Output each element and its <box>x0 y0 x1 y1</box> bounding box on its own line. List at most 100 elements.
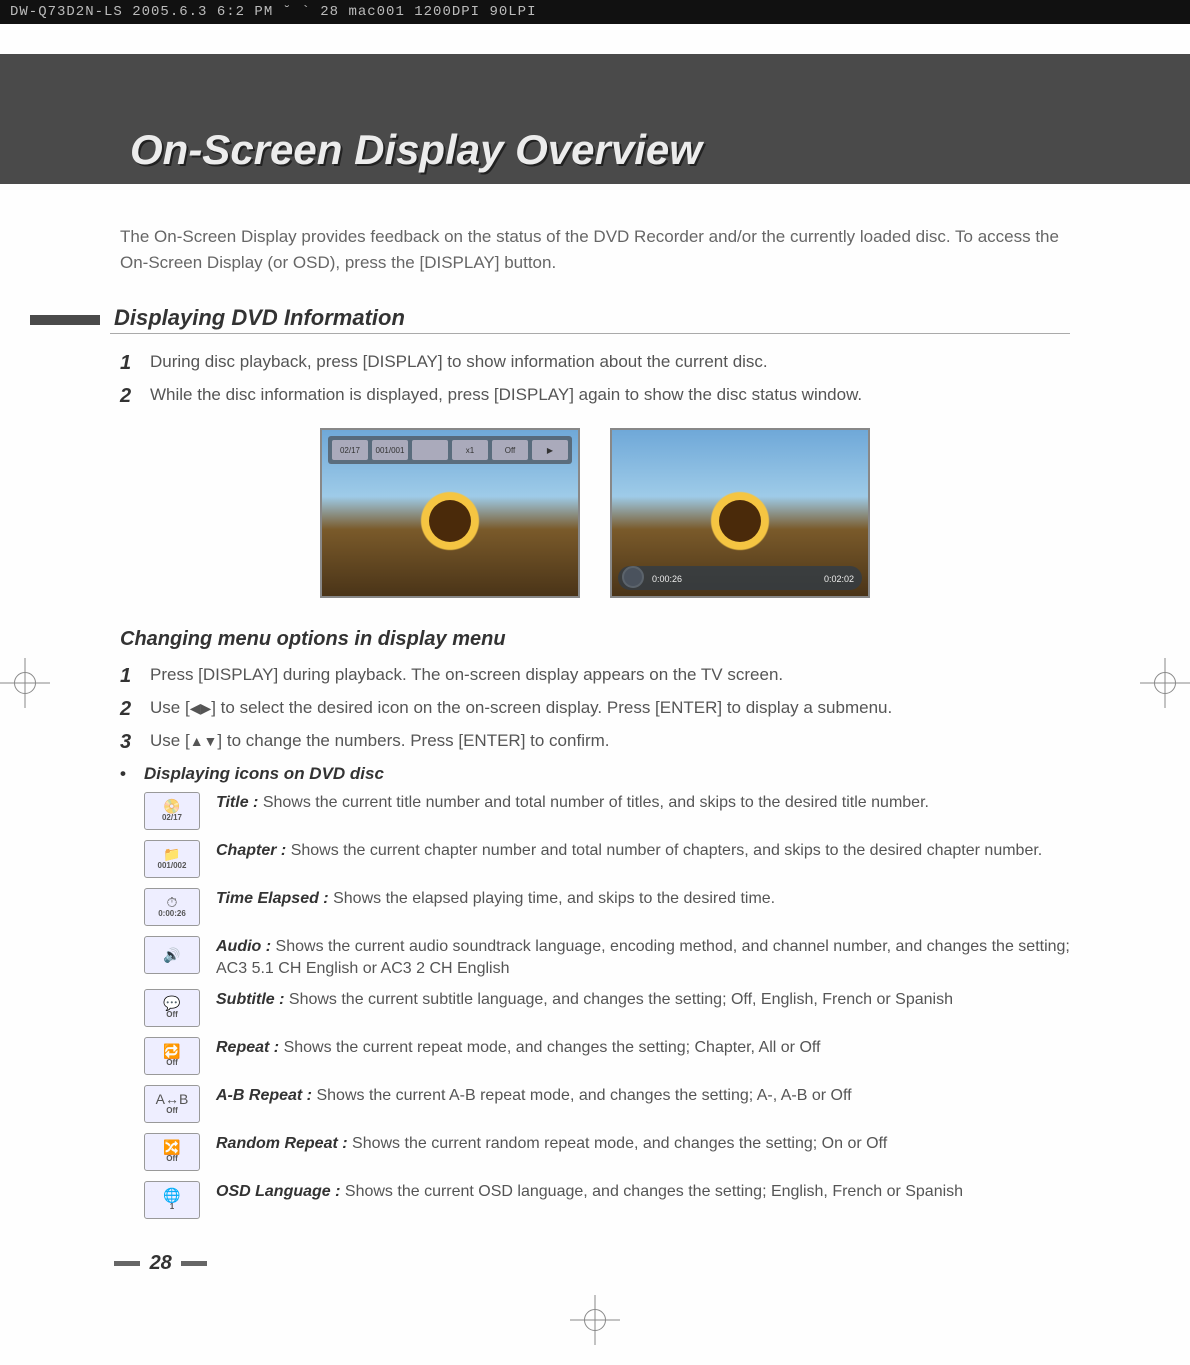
icon-text: Shows the elapsed playing time, and skip… <box>333 890 775 907</box>
icon-description: OSD Language : Shows the current OSD lan… <box>216 1181 1070 1203</box>
title-band: On-Screen Display Overview <box>0 54 1190 184</box>
icon-label: Off <box>166 1106 178 1117</box>
glyph: 📀 <box>163 799 180 813</box>
screenshot-osd-bar: 02/17 001/001 x1 Off ▶ <box>320 428 580 598</box>
step-list-1: 1 During disc playback, press [DISPLAY] … <box>120 352 1070 408</box>
osd-bar: 02/17 001/001 x1 Off ▶ <box>328 436 572 464</box>
icon-term: Audio : <box>216 938 271 955</box>
osd-cell: 02/17 <box>332 440 368 460</box>
icon-row: 🌐1 OSD Language : Shows the current OSD l… <box>120 1181 1070 1219</box>
random-repeat-icon: 🔀Off <box>144 1133 200 1171</box>
chapter-icon: 📁001/002 <box>144 840 200 878</box>
step-item: 1 Press [DISPLAY] during playback. The o… <box>120 665 1070 688</box>
up-down-arrow-icon: ▲▼ <box>190 733 218 749</box>
repeat-icon: 🔁Off <box>144 1037 200 1075</box>
icon-label: Off <box>166 1010 178 1021</box>
bullet-dot-icon: • <box>120 764 144 784</box>
step-item: 1 During disc playback, press [DISPLAY] … <box>120 352 1070 375</box>
icon-text: Shows the current random repeat mode, an… <box>352 1135 887 1152</box>
step-item: 2 Use [◀▶] to select the desired icon on… <box>120 698 1070 721</box>
section-header: Displaying DVD Information <box>120 305 1070 334</box>
page-bar-right-icon <box>181 1261 207 1266</box>
glyph: 🌐 <box>163 1188 180 1202</box>
icon-list: 📀02/17 Title : Shows the current title nu… <box>120 792 1070 1219</box>
icon-term: Chapter : <box>216 842 286 859</box>
glyph: ⏱ <box>167 895 178 909</box>
step-text: Press [DISPLAY] during playback. The on-… <box>150 665 783 685</box>
step-number: 2 <box>120 385 150 408</box>
icon-label: Off <box>166 1058 178 1069</box>
time-right: 0:02:02 <box>824 574 854 584</box>
icon-term: Random Repeat : <box>216 1135 348 1152</box>
step-text: During disc playback, press [DISPLAY] to… <box>150 352 768 372</box>
screenshot-progress: 0:00:26 0:02:02 <box>610 428 870 598</box>
osd-cell: 001/001 <box>372 440 408 460</box>
step-number: 2 <box>120 698 150 721</box>
content-area: The On-Screen Display provides feedback … <box>0 184 1190 1219</box>
icon-label: 02/17 <box>162 813 182 824</box>
osd-cell: ▶ <box>532 440 568 460</box>
time-left: 0:00:26 <box>652 574 682 584</box>
icon-description: A-B Repeat : Shows the current A-B repea… <box>216 1085 1070 1107</box>
ab-repeat-icon: A↔BOff <box>144 1085 200 1123</box>
icon-label: Off <box>166 1154 178 1165</box>
print-header-text: DW-Q73D2N-LS 2005.6.3 6:2 PM ˘ ` 28 mac0… <box>10 4 536 20</box>
icon-row: 🔀Off Random Repeat : Shows the current ra… <box>120 1133 1070 1171</box>
screenshot-row: 02/17 001/001 x1 Off ▶ 0:00:26 0:02:02 <box>120 428 1070 598</box>
osd-language-icon: 🌐1 <box>144 1181 200 1219</box>
step-number: 3 <box>120 731 150 754</box>
icon-row: ⏱0:00:26 Time Elapsed : Shows the elapsed… <box>120 888 1070 926</box>
osd-cell: Off <box>492 440 528 460</box>
page-title: On-Screen Display Overview <box>130 126 702 174</box>
sunflower-image <box>400 471 500 571</box>
step-text: Use [▲▼] to change the numbers. Press [E… <box>150 731 610 751</box>
icon-text: Shows the current audio soundtrack langu… <box>216 938 1070 977</box>
icon-row: 📀02/17 Title : Shows the current title nu… <box>120 792 1070 830</box>
step-item: 3 Use [▲▼] to change the numbers. Press … <box>120 731 1070 754</box>
sunflower-image <box>690 471 790 571</box>
step-list-2: 1 Press [DISPLAY] during playback. The o… <box>120 665 1070 754</box>
icon-label: 001/002 <box>158 861 187 872</box>
section-bar-icon <box>30 315 100 325</box>
icon-text: Shows the current A-B repeat mode, and c… <box>316 1087 851 1104</box>
icon-row: 🔊 Audio : Shows the current audio soundtr… <box>120 936 1070 979</box>
icon-text: Shows the current chapter number and tot… <box>291 842 1043 859</box>
glyph: 🔀 <box>163 1140 180 1154</box>
subtitle-icon: 💬Off <box>144 989 200 1027</box>
icon-row: 🔁Off Repeat : Shows the current repeat mo… <box>120 1037 1070 1075</box>
icon-label: 1 <box>170 1202 174 1213</box>
icon-row: 💬OffSubtitle : Shows the current subtitl… <box>120 989 1070 1027</box>
glyph: 💬 <box>163 996 180 1010</box>
section-title: Displaying DVD Information <box>110 305 1070 334</box>
step-number: 1 <box>120 665 150 688</box>
icon-term: Title : <box>216 794 258 811</box>
icon-text: Shows the current repeat mode, and chang… <box>284 1039 821 1056</box>
page-bar-left-icon <box>114 1261 140 1266</box>
icon-term: Subtitle : <box>216 991 284 1008</box>
bullet-heading-row: • Displaying icons on DVD disc <box>120 764 1070 784</box>
osd-cell: x1 <box>452 440 488 460</box>
left-right-arrow-icon: ◀▶ <box>190 700 212 717</box>
time-elapsed-icon: ⏱0:00:26 <box>144 888 200 926</box>
glyph: A↔B <box>156 1092 189 1106</box>
icon-description: Chapter : Shows the current chapter numb… <box>216 840 1070 862</box>
icon-term: A-B Repeat : <box>216 1087 312 1104</box>
icon-label: 0:00:26 <box>158 909 186 920</box>
print-header-strip: DW-Q73D2N-LS 2005.6.3 6:2 PM ˘ ` 28 mac0… <box>0 0 1190 24</box>
icon-description: Random Repeat : Shows the current random… <box>216 1133 1070 1155</box>
step-text: While the disc information is displayed,… <box>150 385 862 405</box>
step-item: 2 While the disc information is displaye… <box>120 385 1070 408</box>
osd-cell <box>412 440 448 460</box>
glyph: 🔁 <box>163 1044 180 1058</box>
step-number: 1 <box>120 352 150 375</box>
bullet-heading: Displaying icons on DVD disc <box>144 764 384 784</box>
glyph: 🔊 <box>163 948 180 962</box>
icon-text: Shows the current OSD language, and chan… <box>345 1183 963 1200</box>
icon-row: 📁001/002 Chapter : Shows the current chap… <box>120 840 1070 878</box>
icon-description: Repeat : Shows the current repeat mode, … <box>216 1037 1070 1059</box>
progress-bar: 0:00:26 0:02:02 <box>618 566 862 590</box>
icon-text: Shows the current title number and total… <box>263 794 929 811</box>
icon-term: OSD Language : <box>216 1183 340 1200</box>
icon-description: Time Elapsed : Shows the elapsed playing… <box>216 888 1070 910</box>
icon-term: Repeat : <box>216 1039 279 1056</box>
